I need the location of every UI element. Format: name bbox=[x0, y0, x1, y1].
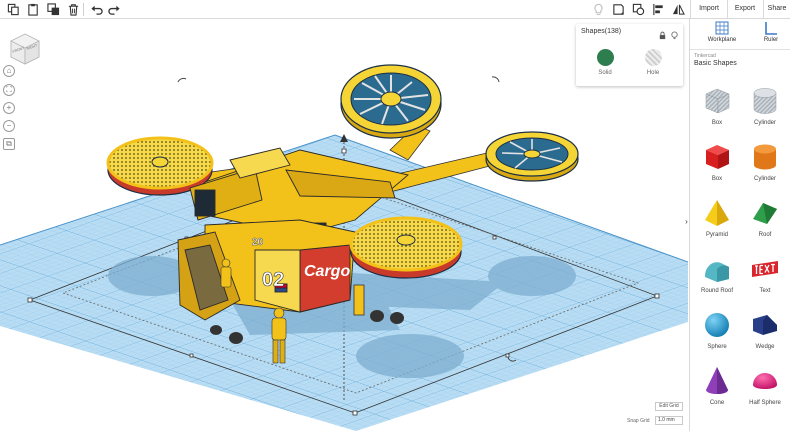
shape-label: Cylinder bbox=[753, 120, 776, 126]
shape-label: Box bbox=[711, 120, 723, 126]
wedge-icon bbox=[753, 315, 777, 335]
shape-tile[interactable]: Cylinder bbox=[742, 85, 788, 135]
perspective-icon[interactable]: ⧉ bbox=[3, 138, 15, 150]
copy-icon[interactable] bbox=[5, 2, 21, 17]
duplicate-icon[interactable] bbox=[45, 2, 61, 17]
shape-tile[interactable]: Half Sphere bbox=[742, 365, 788, 415]
hole-swatch[interactable] bbox=[644, 49, 662, 66]
shape-tile[interactable]: Cylinder bbox=[742, 141, 788, 191]
text-shape-icon bbox=[752, 261, 778, 277]
right-rotor bbox=[485, 131, 579, 182]
inspector-title: Shapes(138) bbox=[581, 28, 622, 35]
box-icon bbox=[706, 145, 729, 169]
solid-label: Solid bbox=[598, 70, 612, 76]
zoom-in-icon[interactable]: + bbox=[3, 102, 15, 114]
cylinder-icon bbox=[754, 144, 776, 170]
ruler-icon bbox=[764, 21, 778, 35]
rotate-handle[interactable] bbox=[491, 76, 500, 83]
shape-label: Pyramid bbox=[705, 232, 728, 238]
shape-inspector: Shapes(138) Solid Hole bbox=[576, 24, 683, 86]
redo-icon[interactable] bbox=[106, 2, 122, 17]
cargo-text-label: Cargo bbox=[304, 263, 350, 280]
hole-label: Hole bbox=[646, 70, 660, 76]
rotor-number-label: 20 bbox=[252, 237, 264, 248]
shape-label: Cylinder bbox=[753, 176, 776, 182]
toolbar-divider bbox=[83, 3, 84, 16]
shape-tile[interactable]: Round Roof bbox=[694, 253, 740, 303]
view-cube[interactable]: FRONT RIGHT bbox=[10, 33, 40, 70]
shape-label: Cone bbox=[709, 400, 725, 406]
shape-tile[interactable]: Sphere bbox=[694, 309, 740, 359]
undo-icon[interactable] bbox=[88, 2, 104, 17]
shape-category-select[interactable]: Basic Shapes bbox=[694, 60, 737, 67]
shape-tile[interactable]: Text bbox=[742, 253, 788, 303]
front-right-rotor bbox=[349, 216, 463, 279]
solid-option[interactable]: Solid bbox=[585, 49, 625, 76]
shape-tile[interactable]: Wedge bbox=[742, 309, 788, 359]
cylinder-hole-icon bbox=[753, 88, 777, 114]
paste-icon[interactable] bbox=[25, 2, 41, 17]
zoom-out-icon[interactable]: − bbox=[3, 120, 15, 132]
toolbar-divider bbox=[690, 0, 691, 18]
half-sphere-icon bbox=[753, 373, 777, 389]
note-icon[interactable] bbox=[610, 2, 626, 17]
export-button[interactable]: Export bbox=[728, 0, 762, 18]
shape-tile[interactable]: Cone bbox=[694, 365, 740, 415]
workplane-label: Workplane bbox=[707, 37, 737, 43]
round-roof-icon bbox=[704, 262, 729, 282]
light-icon[interactable] bbox=[590, 2, 606, 17]
top-rotor bbox=[340, 64, 442, 139]
delete-icon[interactable] bbox=[65, 2, 81, 17]
cone-icon bbox=[706, 367, 728, 394]
box-hole-icon bbox=[705, 88, 730, 114]
snap-grid-select[interactable]: 1.0 mm bbox=[655, 416, 683, 425]
shape-label: Text bbox=[759, 288, 771, 294]
home-view-icon[interactable]: ⌂ bbox=[3, 65, 15, 77]
snap-grid-label: Snap Grid bbox=[627, 418, 650, 424]
shape-label: Box bbox=[711, 176, 723, 182]
cargo-number-label: 02 bbox=[262, 269, 284, 291]
mirror-icon[interactable] bbox=[670, 2, 686, 17]
import-button[interactable]: Import bbox=[692, 0, 726, 18]
ruler-label: Ruler bbox=[763, 37, 779, 43]
sphere-icon bbox=[705, 313, 729, 337]
workplane-icon bbox=[715, 21, 729, 35]
shape-label: Sphere bbox=[707, 344, 727, 350]
rotate-handle[interactable] bbox=[177, 77, 187, 83]
hole-option[interactable]: Hole bbox=[633, 49, 673, 76]
share-button[interactable]: Share bbox=[764, 0, 790, 18]
lock-icon[interactable] bbox=[658, 27, 667, 40]
panel-divider bbox=[690, 49, 790, 50]
edit-grid-button[interactable]: Edit Grid bbox=[655, 402, 683, 411]
shape-label: Round Roof bbox=[700, 288, 734, 294]
top-toolbar: Import Export Share bbox=[0, 0, 790, 19]
shapes-library-panel: Workplane Ruler Tinkercad Basic Shapes B… bbox=[689, 19, 790, 431]
pyramid-icon bbox=[705, 200, 729, 226]
shape-tile[interactable]: Box bbox=[694, 141, 740, 191]
solid-color-swatch[interactable] bbox=[596, 49, 614, 66]
shape-label: Roof bbox=[758, 232, 772, 238]
shape-tile[interactable]: Pyramid bbox=[694, 197, 740, 247]
fit-view-icon[interactable]: ⛶ bbox=[3, 84, 15, 96]
align-icon[interactable] bbox=[650, 2, 666, 17]
shape-label: Wedge bbox=[755, 344, 775, 350]
workplane-button[interactable]: Workplane bbox=[702, 21, 742, 43]
roof-icon bbox=[753, 203, 777, 224]
light-bulb-icon[interactable] bbox=[670, 27, 679, 40]
shape-label: Half Sphere bbox=[749, 400, 781, 406]
shape-source-label: Tinkercad bbox=[694, 53, 716, 59]
ruler-button[interactable]: Ruler bbox=[754, 21, 788, 43]
shape-tile[interactable]: Roof bbox=[742, 197, 788, 247]
group-icon[interactable] bbox=[630, 2, 646, 17]
shape-tile[interactable]: Box bbox=[694, 85, 740, 135]
